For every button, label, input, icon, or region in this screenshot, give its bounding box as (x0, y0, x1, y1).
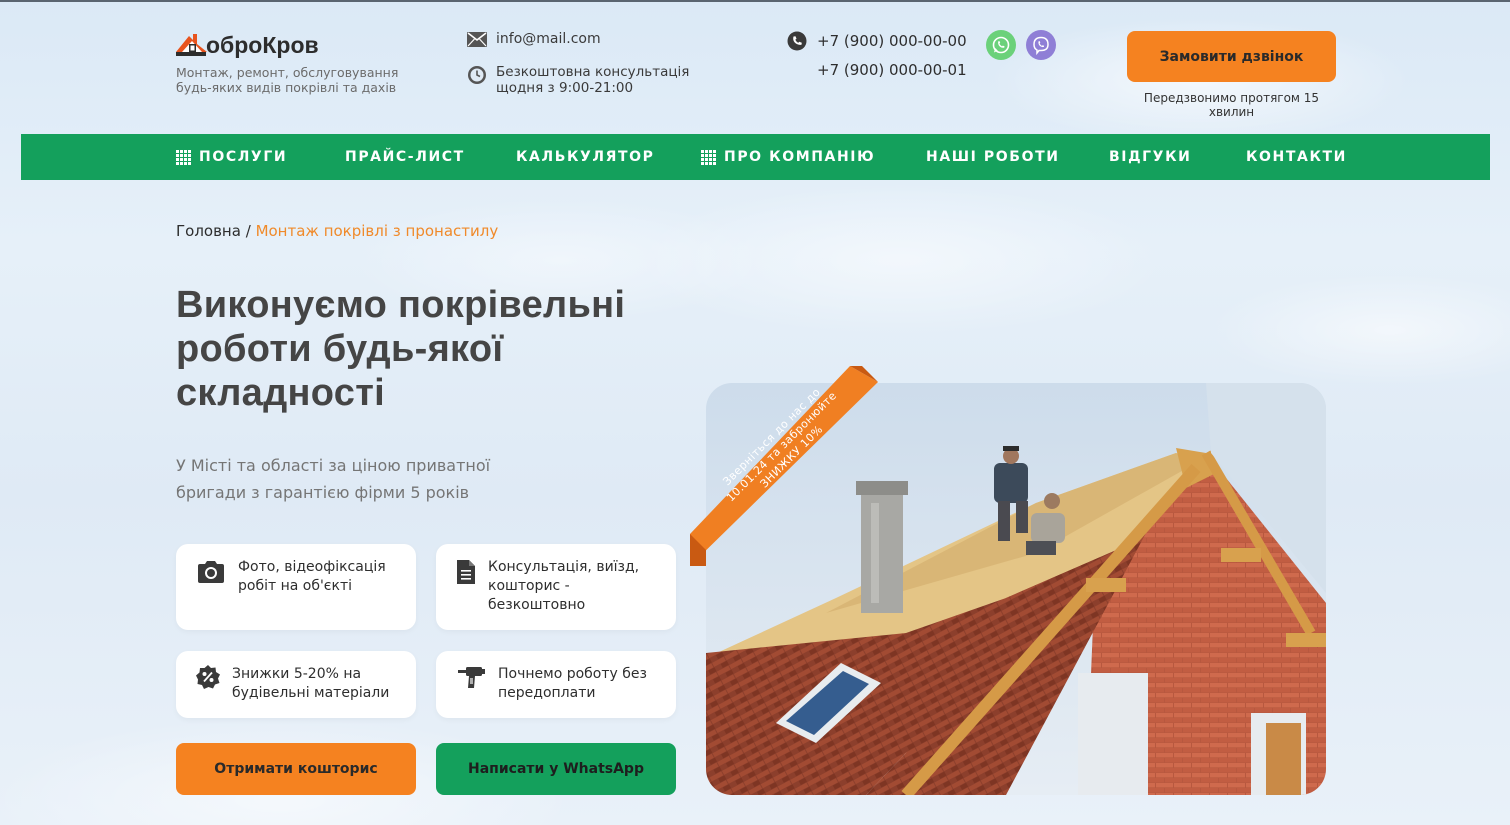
nav-item-calculator[interactable]: КАЛЬКУЛЯТОР (516, 134, 655, 180)
phone-block: +7 (900) 000-00-00 +7 (900) 000-00-01 (787, 30, 967, 85)
whatsapp-button[interactable]: Написати у WhatsApp (436, 743, 676, 795)
consult-hours: Безкоштовна консультація щодня з 9:00-21… (467, 64, 689, 96)
call-note: Передзвонимо протягом 15 хвилин (1143, 91, 1320, 119)
hero-lead: У Місті та області за ціною приватної бр… (176, 456, 491, 502)
phone-number-2[interactable]: +7 (900) 000-00-01 (817, 56, 967, 85)
whatsapp-icon (992, 36, 1010, 54)
grid-icon (176, 149, 191, 165)
mail-icon (467, 32, 487, 47)
consult-line2: щодня з 9:00-21:00 (496, 80, 634, 96)
nav-item-services[interactable]: ПОСЛУГИ (176, 134, 287, 180)
nav-item-reviews[interactable]: ВІДГУКИ (1109, 134, 1191, 180)
drill-icon (458, 667, 485, 688)
nav-label: ПОСЛУГИ (199, 149, 288, 165)
feature-card-prepayment: Почнемо роботу без передоплати (436, 651, 676, 718)
nav-item-pricelist[interactable]: ПРАЙС-ЛИСТ (345, 134, 465, 180)
feature-text: Фото, відеофіксація робіт на об'єкті (238, 559, 386, 594)
nav-label: ПРО КОМПАНІЮ (724, 149, 876, 165)
consult-line1: Безкоштовна консультація (496, 64, 690, 80)
logo-tagline: Монтаж, ремонт, обслуговування будь-яких… (176, 65, 399, 95)
order-call-button[interactable]: Замовити дзвінок (1127, 31, 1336, 82)
house-logo-icon (176, 34, 207, 56)
discount-icon (196, 665, 220, 689)
logo-text: оброКров (206, 32, 319, 58)
nav-label: ВІДГУКИ (1109, 149, 1192, 165)
breadcrumb-separator: / (245, 222, 251, 240)
clock-icon (468, 66, 486, 84)
camera-icon (198, 561, 224, 583)
hero-title: Виконуємо покрівельні роботи будь-якої с… (176, 284, 626, 414)
breadcrumb-current: Монтаж покрівлі з пронастилу (255, 222, 499, 240)
viber-icon (1033, 36, 1049, 55)
grid-icon (701, 149, 716, 165)
breadcrumb: Головна / Монтаж покрівлі з пронастилу (176, 222, 498, 240)
nav-label: ПРАЙС-ЛИСТ (345, 149, 465, 165)
feature-text: Почнемо роботу без передоплати (498, 666, 647, 701)
nav-label: КОНТАКТИ (1246, 149, 1347, 165)
phone-number-1[interactable]: +7 (900) 000-00-00 (817, 27, 967, 56)
breadcrumb-home[interactable]: Головна (176, 222, 241, 240)
email-contact[interactable]: info@mail.com (467, 31, 601, 47)
nav-item-about[interactable]: ПРО КОМПАНІЮ (701, 134, 875, 180)
discount-ribbon: Зверніться до нас до 10.01.24 та заброню… (690, 366, 880, 566)
viber-link[interactable] (1026, 30, 1056, 60)
top-border (0, 0, 1510, 2)
feature-card-discount: Знижки 5-20% на будівельні матеріали (176, 651, 416, 718)
feature-card-consult: Консультація, виїзд, кошторис - безкошто… (436, 544, 676, 630)
logo[interactable]: оброКров Монтаж, ремонт, обслуговування … (176, 28, 406, 95)
document-icon (457, 560, 475, 584)
phone-icon (787, 31, 807, 51)
email-text[interactable]: info@mail.com (496, 31, 601, 47)
main-nav: ПОСЛУГИ ПРАЙС-ЛИСТ КАЛЬКУЛЯТОР ПРО КОМПА… (21, 134, 1490, 180)
nav-item-our-works[interactable]: НАШІ РОБОТИ (926, 134, 1060, 180)
nav-item-contacts[interactable]: КОНТАКТИ (1246, 134, 1347, 180)
whatsapp-link[interactable] (986, 30, 1016, 60)
nav-label: КАЛЬКУЛЯТОР (516, 149, 655, 165)
feature-text: Знижки 5-20% на будівельні матеріали (232, 666, 390, 701)
nav-label: НАШІ РОБОТИ (926, 149, 1060, 165)
feature-text: Консультація, виїзд, кошторис - безкошто… (488, 559, 640, 613)
feature-card-photo: Фото, відеофіксація робіт на об'єкті (176, 544, 416, 630)
get-estimate-button[interactable]: Отримати кошторис (176, 743, 416, 795)
